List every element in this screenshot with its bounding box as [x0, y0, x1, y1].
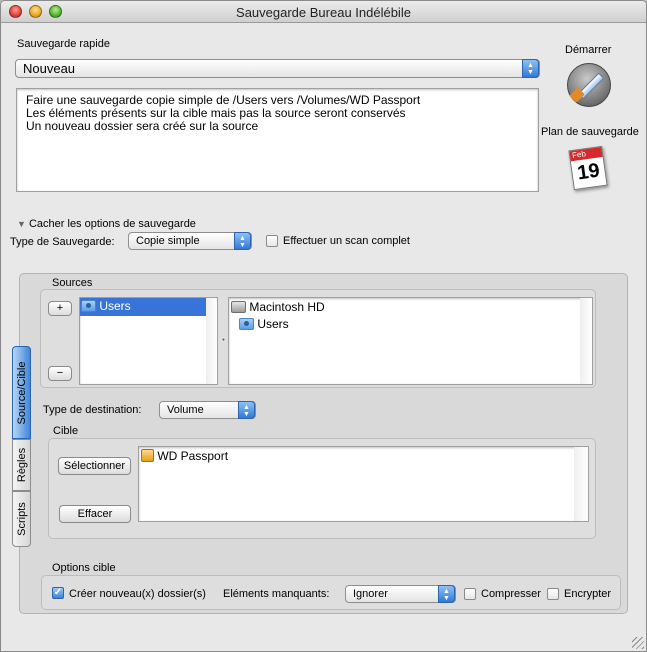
scrollbar[interactable]	[580, 298, 592, 384]
compress-label: Compresser	[481, 588, 541, 600]
chevron-updown-icon: ▲ ▼	[238, 401, 255, 419]
remove-source-button[interactable]: −	[48, 366, 72, 381]
encrypt-checkbox[interactable]	[547, 588, 559, 600]
tab-scripts-label: Scripts	[15, 502, 28, 536]
tab-source-target[interactable]: Source/Cible	[12, 346, 31, 439]
start-label: Démarrer	[565, 44, 612, 56]
clear-target-button[interactable]: Effacer	[59, 505, 131, 523]
calendar-icon[interactable]: Feb 19	[568, 144, 609, 192]
target-item-label: WD Passport	[157, 449, 229, 463]
destination-type-value: Volume	[167, 404, 204, 416]
list-item[interactable]: WD Passport	[139, 447, 588, 463]
sources-list[interactable]: Users	[79, 297, 218, 385]
quick-backup-label: Sauvegarde rapide	[17, 38, 110, 50]
scrollbar[interactable]	[206, 298, 217, 384]
window-title: Sauvegarde Bureau Indélébile	[236, 5, 411, 20]
start-button[interactable]	[567, 63, 611, 107]
compress-checkbox[interactable]	[464, 588, 476, 600]
options-toggle[interactable]: ▼ Cacher les options de sauvegarde	[17, 218, 196, 230]
resize-grip-icon[interactable]	[632, 637, 644, 649]
backup-type-label: Type de Sauvegarde:	[10, 236, 115, 248]
options-toggle-label: Cacher les options de sauvegarde	[28, 218, 196, 230]
description-line: Un nouveau dossier sera créé sur la sour…	[26, 119, 259, 133]
quick-backup-select[interactable]: Nouveau ▲ ▼	[15, 59, 540, 78]
create-folders-checkbox[interactable]: ✓	[52, 587, 64, 599]
full-scan-label: Effectuer un scan complet	[283, 235, 410, 247]
missing-items-label: Eléments manquants:	[223, 588, 330, 600]
target-label: Cible	[53, 425, 79, 437]
hard-drive-icon	[231, 301, 246, 313]
schedule-label: Plan de sauvegarde	[541, 126, 639, 138]
calendar-page: Feb 19	[568, 145, 608, 191]
backup-type-select[interactable]: Copie simple ▲ ▼	[128, 232, 252, 250]
description-textarea[interactable]: Faire une sauvegarde copie simple de /Us…	[16, 88, 539, 192]
list-item[interactable]: Users	[80, 298, 206, 316]
sources-label: Sources	[52, 277, 93, 289]
tab-rules-label: Règles	[15, 447, 28, 483]
chevron-updown-icon: ▲ ▼	[522, 59, 539, 78]
external-drive-icon	[141, 449, 154, 462]
splitter-handle[interactable]: •	[220, 297, 227, 385]
user-folder-icon	[239, 318, 254, 330]
destination-type-label: Type de destination:	[43, 404, 142, 416]
title-bar[interactable]: Sauvegarde Bureau Indélébile	[1, 1, 646, 23]
full-scan-checkbox[interactable]	[266, 235, 278, 247]
chevron-updown-icon: ▲ ▼	[438, 585, 455, 603]
select-target-button[interactable]: Sélectionner	[58, 457, 131, 475]
calendar-day: 19	[576, 159, 602, 185]
main-window: Sauvegarde Bureau Indélébile Sauvegarde …	[0, 0, 647, 652]
create-folders-label: Créer nouveau(x) dossier(s)	[69, 588, 206, 600]
tree-root-label: Macintosh HD	[249, 300, 325, 314]
quick-backup-value: Nouveau	[23, 61, 76, 76]
sources-tree[interactable]: Macintosh HD Users	[228, 297, 593, 385]
missing-items-select[interactable]: Ignorer ▲ ▼	[345, 585, 456, 603]
destination-type-select[interactable]: Volume ▲ ▼	[159, 401, 256, 419]
disclosure-triangle-icon: ▼	[17, 219, 26, 229]
missing-items-value: Ignorer	[353, 588, 388, 600]
encrypt-label: Encrypter	[564, 588, 612, 600]
tree-item[interactable]: Macintosh HD	[229, 298, 592, 314]
backup-type-value: Copie simple	[136, 235, 200, 247]
tab-rules[interactable]: Règles	[12, 439, 31, 491]
add-source-button[interactable]: +	[48, 301, 72, 316]
tab-source-target-label: Source/Cible	[15, 361, 28, 424]
user-folder-icon	[81, 300, 96, 312]
tree-item[interactable]: Users	[229, 314, 592, 331]
tree-child-label: Users	[257, 317, 289, 331]
target-options-label: Options cible	[52, 562, 116, 574]
target-list[interactable]: WD Passport	[138, 446, 589, 522]
chevron-updown-icon: ▲ ▼	[234, 232, 251, 250]
tab-scripts[interactable]: Scripts	[12, 491, 31, 547]
scrollbar[interactable]	[574, 447, 588, 521]
source-item-label: Users	[99, 299, 131, 313]
